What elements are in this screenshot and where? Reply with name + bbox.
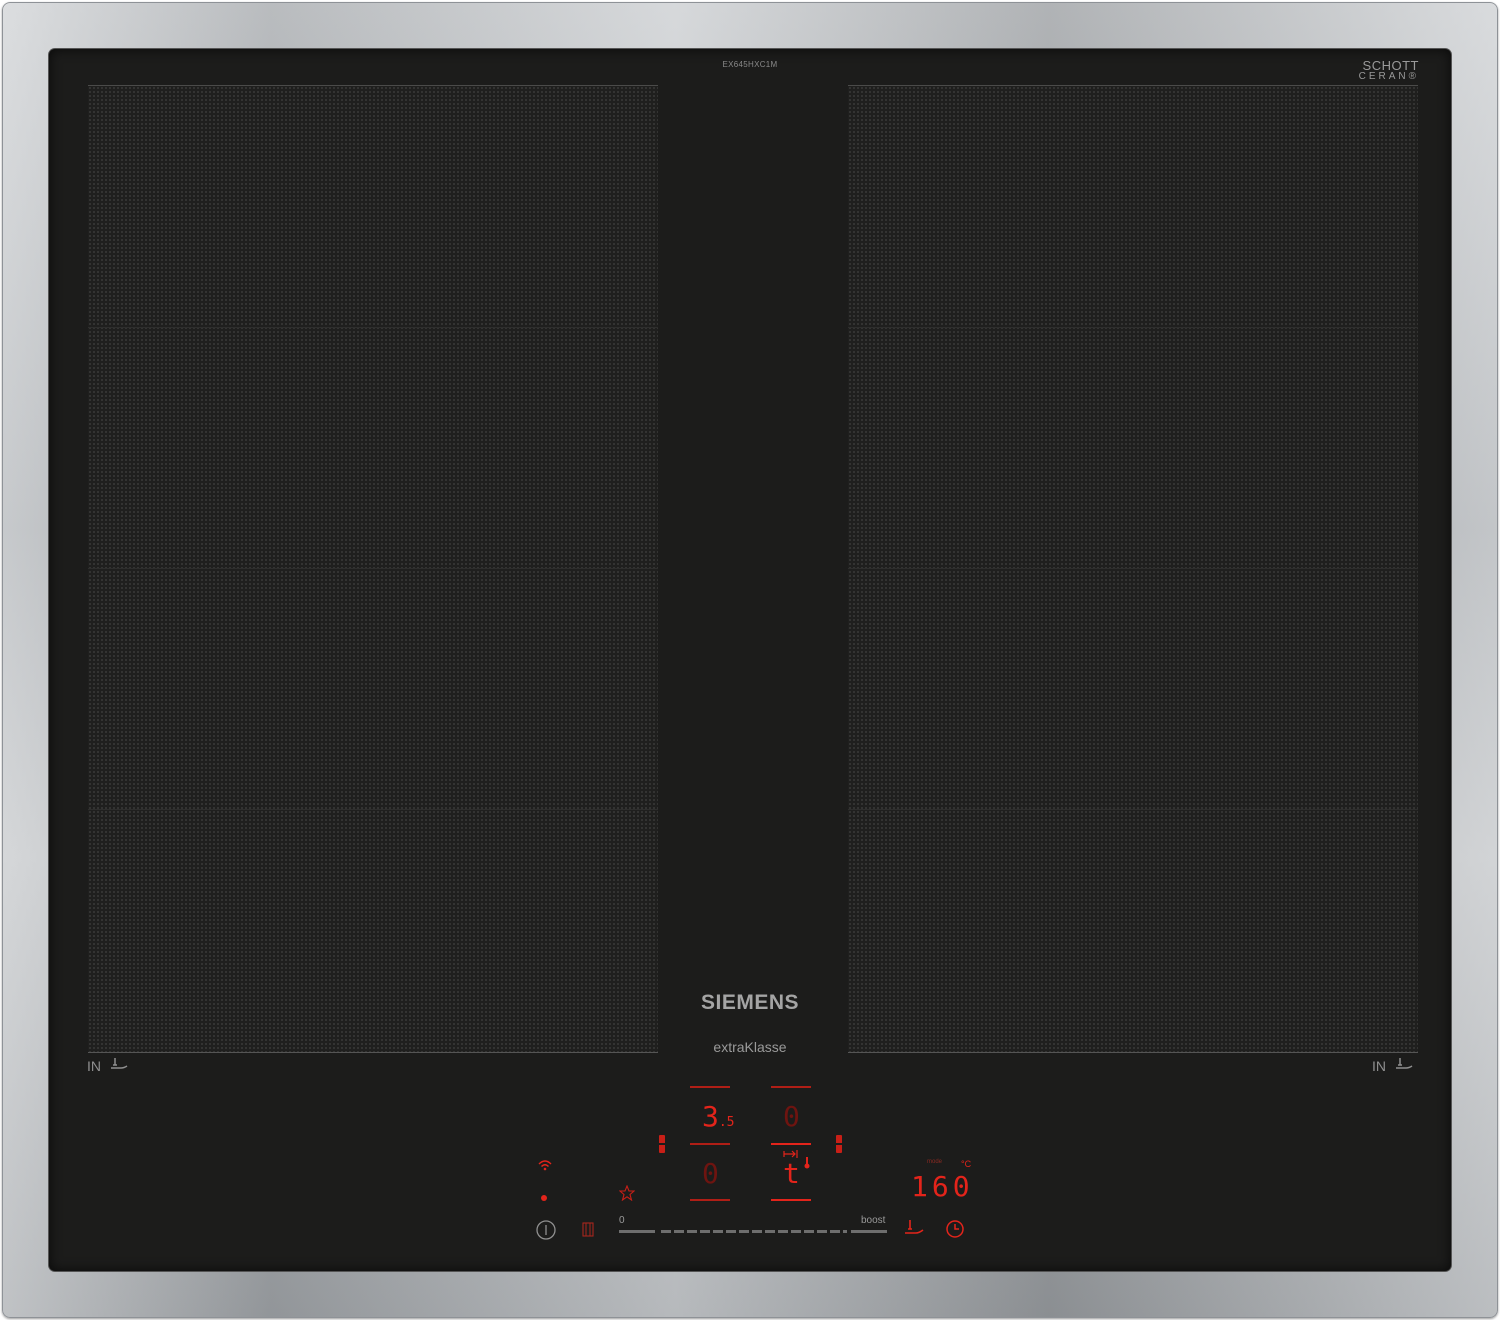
star-icon[interactable] [619,1185,635,1201]
zone-divider [848,809,1418,810]
zone-front-right-display[interactable]: 0 [783,1103,800,1131]
timer-t-symbol: t [783,1157,800,1190]
temperature-mode-label: mode [927,1159,943,1165]
power-icon[interactable] [535,1219,557,1241]
move-function-icon [783,1149,801,1159]
extraklasse-prefix: extra [713,1039,745,1055]
frying-sensor-icon [1394,1057,1414,1074]
zone-divider [88,327,658,328]
flex-induction-zone-right[interactable] [848,85,1418,1053]
zone-indicator-line-active [771,1143,811,1145]
in-label-text: IN [1372,1057,1386,1074]
power-level-decimal: .5 [718,1115,735,1130]
flex-induction-zone-left[interactable] [88,85,658,1053]
boost-label: boost [861,1215,886,1226]
power-slider[interactable] [661,1230,847,1233]
zone-divider [88,568,658,569]
pan-temperature-display: 160 [911,1170,974,1203]
status-dot-icon [540,1194,548,1202]
zone-indicator-line [690,1199,730,1201]
boost-slider-segment[interactable] [851,1230,887,1233]
zone-indicator-line [690,1086,730,1088]
flex-zone-label-right: IN [1372,1057,1414,1074]
zone-divider [848,568,1418,569]
extraklasse-label: extraKlasse [49,1039,1451,1055]
wifi-icon[interactable] [537,1159,553,1171]
thermometer-icon [803,1157,811,1169]
power-slider-segment[interactable] [619,1230,655,1233]
zone-rear-left-display[interactable]: 0 [702,1160,719,1188]
in-label-text: IN [87,1057,101,1074]
zone-select-marker-left[interactable] [659,1135,665,1153]
zone-front-left-display[interactable]: 3.5 [702,1103,735,1137]
zone-select-marker-right[interactable] [836,1135,842,1153]
zone-divider [88,809,658,810]
power-level-digit: 3 [702,1100,719,1133]
child-lock-icon[interactable] [581,1220,595,1238]
slider-min-label: 0 [619,1215,625,1226]
temperature-unit: °C [961,1159,972,1169]
frying-sensor-icon [109,1057,129,1074]
ceran-logo-line2: CERAN® [1358,71,1419,82]
zone-indicator-line [690,1143,730,1145]
ceramic-glass-cooktop: EX645HXC1M SCHOTT CERAN® SIEMENS extraKl… [49,49,1451,1271]
zone-indicator-line-active [771,1199,811,1201]
zone-divider [848,327,1418,328]
model-code: EX645HXC1M [722,60,778,69]
flex-zone-label-left: IN [87,1057,129,1074]
extraklasse-suffix: Klasse [744,1039,787,1055]
frying-sensor-icon[interactable] [903,1219,925,1237]
zone-rear-right-display[interactable]: t [783,1160,800,1188]
zone-indicator-line [771,1086,811,1088]
timer-icon[interactable] [945,1219,965,1239]
siemens-logo: SIEMENS [700,991,800,1014]
